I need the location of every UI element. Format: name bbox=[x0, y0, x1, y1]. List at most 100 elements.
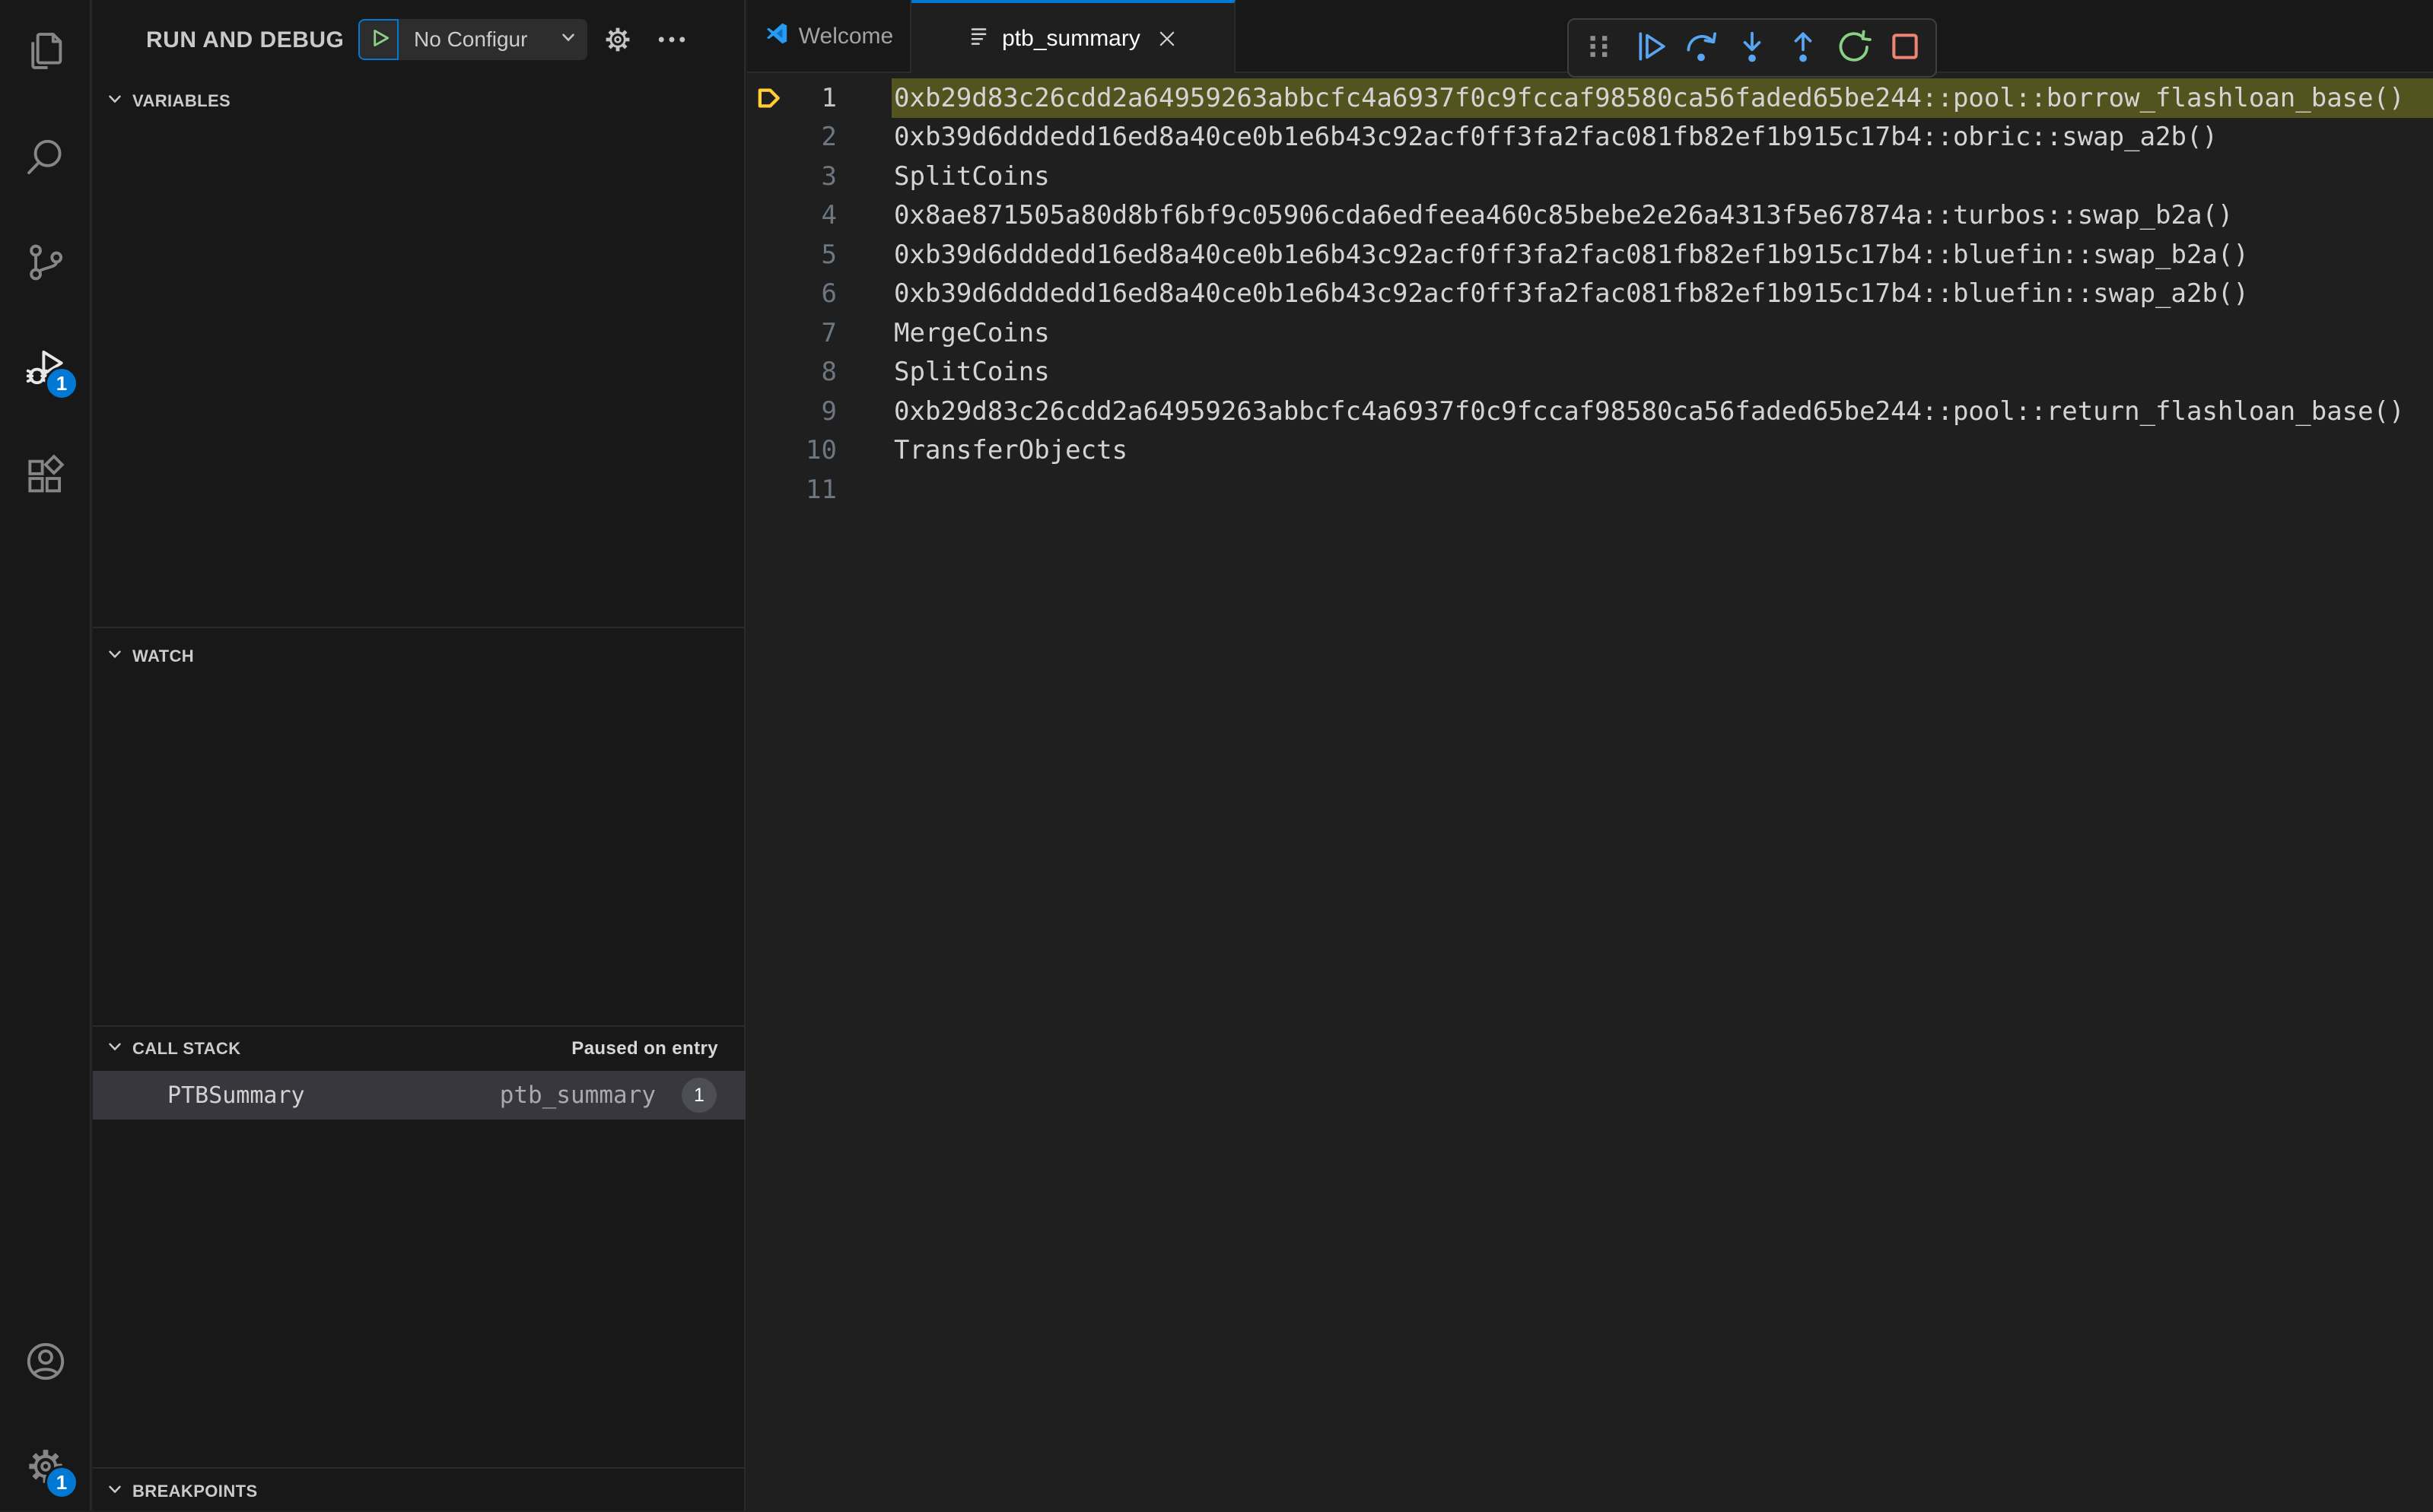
extensions-icon bbox=[22, 454, 69, 503]
frame-location: ptb_summary bbox=[499, 1082, 656, 1109]
explorer-button[interactable] bbox=[22, 27, 69, 75]
line-number[interactable]: 5 bbox=[781, 240, 837, 270]
code-text: MergeCoins bbox=[894, 317, 1050, 348]
line-number[interactable]: 9 bbox=[781, 396, 837, 427]
start-debug-button[interactable] bbox=[358, 19, 399, 60]
code-line[interactable]: 8 SplitCoins bbox=[747, 353, 2433, 392]
current-frame-arrow-icon[interactable] bbox=[747, 78, 781, 118]
gutter-glyph-margin[interactable] bbox=[747, 118, 781, 157]
files-icon bbox=[22, 33, 69, 78]
settings-button[interactable]: 1 bbox=[22, 1443, 78, 1499]
run-config-control: No Configur bbox=[358, 19, 587, 60]
code-text: 0x8ae871505a80d8bf6bf9c05906cda6edfeea46… bbox=[894, 200, 2234, 231]
section-variables[interactable]: VARIABLES bbox=[93, 81, 746, 122]
section-breakpoints[interactable]: BREAKPOINTS bbox=[93, 1471, 746, 1512]
code-line[interactable]: 2 0xb39d6dddedd16ed8a40ce0b1e6b43c92acf0f… bbox=[747, 118, 2433, 157]
vscode-logo-icon bbox=[764, 21, 790, 52]
views-more-actions-button[interactable] bbox=[654, 23, 689, 56]
frame-count-badge: 1 bbox=[682, 1078, 717, 1113]
line-number[interactable]: 8 bbox=[781, 357, 837, 387]
code-line[interactable]: 11 bbox=[747, 470, 2433, 510]
gutter-glyph-margin[interactable] bbox=[747, 470, 781, 510]
call-stack-frame-row[interactable]: PTBSummary ptb_summary 1 bbox=[93, 1071, 746, 1120]
section-watch[interactable]: WATCH bbox=[93, 636, 746, 677]
code-text: 0xb39d6dddedd16ed8a40ce0b1e6b43c92acf0ff… bbox=[894, 122, 2218, 153]
search-button[interactable] bbox=[22, 134, 69, 181]
code-line[interactable]: 3 SplitCoins bbox=[747, 157, 2433, 196]
tab-welcome[interactable]: Welcome bbox=[747, 0, 911, 73]
line-number[interactable]: 4 bbox=[781, 200, 837, 230]
code-line[interactable]: 6 0xb39d6dddedd16ed8a40ce0b1e6b43c92acf0f… bbox=[747, 275, 2433, 314]
step-into-button[interactable] bbox=[1735, 29, 1770, 68]
code-line[interactable]: 5 0xb39d6dddedd16ed8a40ce0b1e6b43c92acf0f… bbox=[747, 235, 2433, 275]
run-and-debug-sidebar: RUN AND DEBUG No Configur VARIABLES WATC… bbox=[93, 0, 746, 1510]
gear-icon bbox=[601, 27, 634, 59]
chevron-down-icon bbox=[105, 1037, 125, 1061]
debug-config-dropdown[interactable]: No Configur bbox=[399, 19, 587, 60]
source-control-button[interactable] bbox=[22, 239, 69, 286]
code-text: SplitCoins bbox=[894, 160, 1050, 192]
gutter-glyph-margin[interactable] bbox=[747, 392, 781, 431]
run-and-debug-button[interactable]: 1 bbox=[22, 344, 78, 400]
gutter-glyph-margin[interactable] bbox=[747, 157, 781, 196]
section-label: VARIABLES bbox=[132, 91, 231, 110]
section-call-stack[interactable]: CALL STACK Paused on entry bbox=[93, 1028, 746, 1069]
debug-config-label: No Configur bbox=[414, 27, 528, 51]
sidebar-title: RUN AND DEBUG bbox=[146, 27, 345, 52]
stop-button[interactable] bbox=[1888, 29, 1923, 68]
code-text: SplitCoins bbox=[894, 357, 1050, 388]
chevron-down-icon bbox=[558, 27, 578, 52]
gutter-glyph-margin[interactable] bbox=[747, 313, 781, 353]
code-line[interactable]: 10 TransferObjects bbox=[747, 431, 2433, 471]
line-number[interactable]: 10 bbox=[781, 435, 837, 465]
activity-bar: 1 1 bbox=[0, 0, 91, 1510]
code-line[interactable]: 4 0x8ae871505a80d8bf6bf9c05906cda6edfeea4… bbox=[747, 196, 2433, 236]
code-line[interactable]: 1 0xb29d83c26cdd2a64959263abbcfc4a6937f0c… bbox=[747, 78, 2433, 118]
code-text: 0xb29d83c26cdd2a64959263abbcfc4a6937f0c9… bbox=[894, 82, 2405, 113]
tab-ptb-summary[interactable]: ptb_summary bbox=[911, 0, 1236, 75]
restart-button[interactable] bbox=[1837, 29, 1872, 68]
debug-settings-button[interactable] bbox=[601, 23, 634, 56]
close-icon[interactable] bbox=[1156, 27, 1178, 50]
accounts-button[interactable] bbox=[22, 1338, 69, 1385]
line-number[interactable]: 6 bbox=[781, 278, 837, 309]
code-line[interactable]: 7 MergeCoins bbox=[747, 313, 2433, 353]
section-label: WATCH bbox=[132, 646, 195, 665]
source-control-icon bbox=[22, 244, 69, 289]
code-text: 0xb39d6dddedd16ed8a40ce0b1e6b43c92acf0ff… bbox=[894, 278, 2249, 310]
section-divider bbox=[93, 1467, 746, 1469]
section-divider bbox=[93, 627, 746, 628]
play-icon bbox=[366, 25, 392, 55]
line-number[interactable]: 7 bbox=[781, 318, 837, 348]
section-label: BREAKPOINTS bbox=[132, 1482, 258, 1501]
gutter-glyph-margin[interactable] bbox=[747, 275, 781, 314]
section-divider bbox=[93, 1025, 746, 1027]
code-text: 0xb29d83c26cdd2a64959263abbcfc4a6937f0c9… bbox=[894, 395, 2405, 427]
step-over-button[interactable] bbox=[1684, 29, 1719, 68]
settings-badge: 1 bbox=[45, 1466, 78, 1499]
step-out-button[interactable] bbox=[1786, 29, 1821, 68]
gutter-glyph-margin[interactable] bbox=[747, 235, 781, 275]
code-text: TransferObjects bbox=[894, 435, 1128, 466]
line-number[interactable]: 1 bbox=[781, 83, 837, 113]
gutter-glyph-margin[interactable] bbox=[747, 196, 781, 236]
tab-label: ptb_summary bbox=[1002, 26, 1140, 51]
paused-status-text: Paused on entry bbox=[571, 1038, 718, 1059]
code-text: 0xb39d6dddedd16ed8a40ce0b1e6b43c92acf0ff… bbox=[894, 239, 2249, 270]
extensions-button[interactable] bbox=[22, 453, 69, 500]
list-icon bbox=[967, 23, 993, 55]
account-icon bbox=[22, 1342, 69, 1388]
gutter-glyph-margin[interactable] bbox=[747, 431, 781, 471]
debug-badge: 1 bbox=[45, 367, 78, 400]
tab-label: Welcome bbox=[798, 24, 894, 49]
editor-code-area[interactable]: 1 0xb29d83c26cdd2a64959263abbcfc4a6937f0c… bbox=[747, 73, 2433, 1510]
frame-name: PTBSummary bbox=[167, 1082, 305, 1109]
line-number[interactable]: 11 bbox=[781, 475, 837, 505]
code-line[interactable]: 9 0xb29d83c26cdd2a64959263abbcfc4a6937f0c… bbox=[747, 392, 2433, 431]
toolbar-drag-handle[interactable] bbox=[1582, 29, 1617, 68]
gutter-glyph-margin[interactable] bbox=[747, 353, 781, 392]
line-number[interactable]: 2 bbox=[781, 122, 837, 152]
continue-button[interactable] bbox=[1633, 29, 1668, 68]
section-label: CALL STACK bbox=[132, 1039, 241, 1058]
line-number[interactable]: 3 bbox=[781, 161, 837, 192]
